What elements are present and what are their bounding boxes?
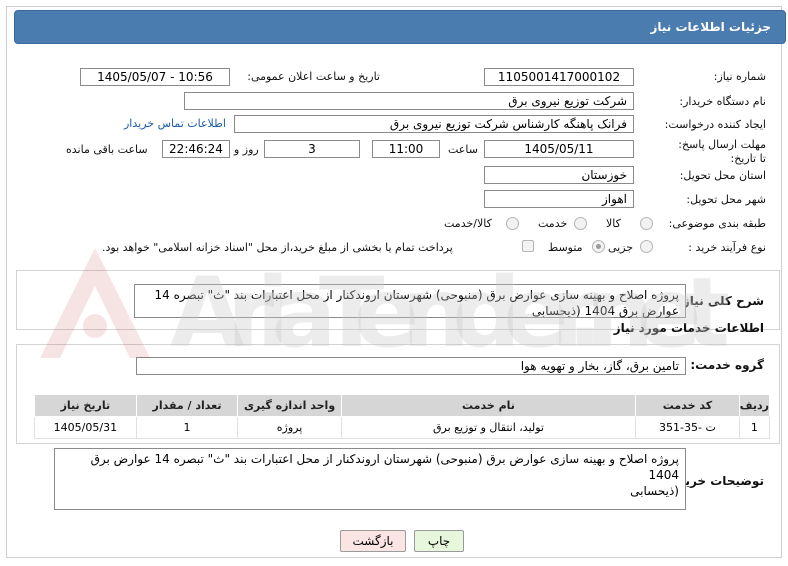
cell-unit: پروژه: [237, 416, 342, 439]
need-number-label: شماره نیاز:: [713, 70, 766, 83]
back-button[interactable]: بازگشت: [340, 530, 406, 552]
col-quantity: تعداد / مقدار: [135, 394, 239, 417]
remain-time-field[interactable]: 22:46:24: [162, 140, 230, 158]
category-service-label: خدمت: [538, 217, 568, 230]
services-section-title: اطلاعات خدمات مورد نیاز: [613, 321, 764, 335]
buyer-field[interactable]: شرکت توزیع نیروی برق: [184, 92, 634, 110]
creator-field[interactable]: فرانک پاهنگه کارشناس شرکت توزیع نیروی بر…: [234, 115, 634, 133]
deadline-time-field[interactable]: 11:00: [372, 140, 440, 158]
col-service-name: نام خدمت: [340, 394, 637, 417]
deadline-label: مهلت ارسال پاسخ: تا تاریخ:: [678, 138, 766, 165]
page-title: جزئیات اطلاعات نیاز: [650, 20, 771, 34]
category-goods-label: کالا: [606, 217, 621, 230]
col-unit: واحد اندازه گیری: [237, 394, 342, 417]
category-radio-goods[interactable]: [640, 217, 653, 230]
announce-field[interactable]: 1405/05/07 - 10:56: [80, 68, 230, 86]
city-field[interactable]: اهواز: [484, 190, 634, 208]
contact-link[interactable]: اطلاعات تماس خریدار: [124, 117, 226, 130]
buyer-notes-textarea[interactable]: پروژه اصلاح و بهینه سازی عوارض برق (منبو…: [54, 448, 686, 510]
title-bar: جزئیات اطلاعات نیاز: [14, 10, 786, 44]
days-label: روز و: [234, 143, 259, 156]
col-need-date: تاریخ نیاز: [34, 394, 137, 417]
table-row: 1405/05/31 1 پروژه تولید، انتقال و توزیع…: [34, 416, 771, 439]
col-row: ردیف: [738, 394, 771, 417]
process-radio-medium[interactable]: [592, 240, 605, 253]
print-button[interactable]: چاپ: [414, 530, 464, 552]
summary-label: شرح کلی نیاز:: [678, 294, 764, 308]
process-medium-label: متوسط: [548, 241, 583, 254]
category-both-label: کالا/خدمت: [444, 217, 492, 230]
services-table: تاریخ نیاز تعداد / مقدار واحد اندازه گیر…: [34, 394, 771, 439]
process-radio-minor[interactable]: [640, 240, 653, 253]
cell-service-code: ت -35-351: [635, 416, 740, 439]
service-group-field[interactable]: تامین برق، گاز، بخار و تهویه هوا: [136, 357, 686, 375]
need-number-field[interactable]: 1105001417000102: [484, 68, 634, 86]
cell-row: 1: [738, 416, 771, 439]
category-label: طبقه بندی موضوعی:: [668, 217, 766, 230]
remain-label: ساعت باقی مانده: [66, 143, 148, 156]
category-radio-both[interactable]: [506, 217, 519, 230]
province-field[interactable]: خوزستان: [484, 166, 634, 184]
creator-label: ایجاد کننده درخواست:: [664, 118, 766, 131]
payment-note: پرداخت تمام یا بخشی از مبلغ خرید،از محل …: [102, 241, 453, 254]
treasury-checkbox[interactable]: [522, 240, 534, 252]
days-field[interactable]: 3: [264, 140, 360, 158]
buyer-label: نام دستگاه خریدار:: [679, 95, 766, 108]
cell-need-date: 1405/05/31: [34, 416, 137, 439]
time-label: ساعت: [448, 143, 478, 156]
category-radio-service[interactable]: [574, 217, 587, 230]
city-label: شهر محل تحویل:: [686, 193, 766, 206]
province-label: استان محل تحویل:: [679, 169, 766, 182]
col-service-code: کد خدمت: [635, 394, 740, 417]
process-label: نوع فرآیند خرید :: [688, 241, 766, 254]
deadline-date-field[interactable]: 1405/05/11: [484, 140, 634, 158]
cell-quantity: 1: [135, 416, 239, 439]
process-minor-label: جزیی: [608, 241, 634, 254]
service-group-label: گروه خدمت:: [690, 358, 764, 372]
cell-service-name: تولید، انتقال و توزیع برق: [340, 416, 637, 439]
announce-label: تاریخ و ساعت اعلان عمومی:: [247, 70, 380, 83]
summary-textarea[interactable]: پروژه اصلاح و بهینه سازی عوارض برق (منبو…: [134, 284, 686, 318]
